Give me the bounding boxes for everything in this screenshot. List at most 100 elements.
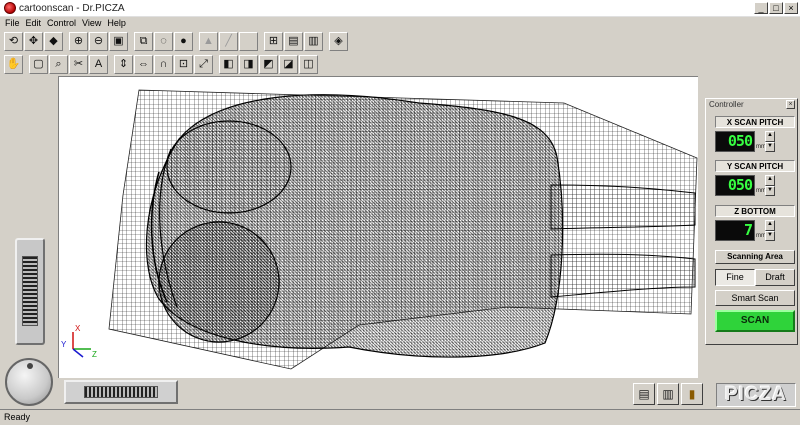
title-bar: cartoonscan - Dr.PICZA _ □ × [0,0,800,17]
vertical-slider-track[interactable] [22,256,38,326]
controller-panel: Controller × X SCAN PITCH 050 mm ▲ ▼ Y S… [705,98,798,345]
flip-h-tool[interactable]: ⇔ [134,54,153,74]
render-tool-icon: ● [180,34,187,47]
fill-tool[interactable]: ▲ [199,31,218,51]
y-pitch-unit: mm [756,188,766,194]
smart-scan-button[interactable]: Smart Scan [715,290,795,306]
box-iso-tool-icon: ◪ [283,57,294,70]
box-top-tool[interactable]: ◩ [259,54,278,74]
flip-v-tool-icon: ⇕ [118,57,129,70]
z-bottom-group: Z BOTTOM 7 mm ▲ ▼ [715,205,795,241]
print-tool[interactable]: ▥ [304,31,323,51]
scan-button[interactable]: SCAN [715,310,795,332]
controller-close-button[interactable]: × [786,100,795,109]
abc-tool[interactable]: A [89,54,108,74]
viewport-canvas[interactable]: Y X Z [58,76,698,378]
fine-mode-button[interactable]: Fine [715,269,755,286]
menu-view[interactable]: View [79,17,104,29]
cut-select-tool-icon: ✂ [73,57,84,70]
flip-v-tool[interactable]: ⇕ [114,54,133,74]
app-icon [4,2,16,14]
grid-tool[interactable]: ⊡ [174,54,193,74]
arch-tool[interactable]: ∩ [154,54,173,74]
copy-tool-icon: ⧉ [139,34,148,47]
fit-tool[interactable]: ▣ [109,31,128,51]
menu-edit[interactable]: Edit [23,17,45,29]
move-tool[interactable]: ✥ [24,31,43,51]
box-side-tool[interactable]: ◨ [239,54,258,74]
cut-select-tool[interactable]: ✂ [69,54,88,74]
menu-file[interactable]: File [0,17,23,29]
resize-tool[interactable]: ⤢ [194,54,213,74]
grid-tool-icon: ⊡ [178,57,189,70]
horizontal-slider[interactable] [64,380,178,404]
menu-control[interactable]: Control [44,17,79,29]
wireframe-mesh: Y X Z [61,89,698,370]
x-pitch-up-button[interactable]: ▲ [765,131,775,142]
maximize-button[interactable]: □ [769,2,783,14]
controller-title: Controller [709,100,744,109]
draft-mode-button[interactable]: Draft [755,269,795,286]
brush-tool[interactable]: ╱ [219,31,238,51]
rect-select-tool-icon: ▢ [33,57,44,70]
sticker-tool[interactable]: ◈ [329,31,348,51]
picza-logo: PICZA [716,383,796,407]
x-pitch-unit: mm [756,144,766,150]
flip-h-tool-icon: ⇔ [138,57,149,70]
box-back-tool-icon: ◫ [303,57,314,70]
close-button[interactable]: × [784,2,798,14]
z-bottom-unit: mm [756,233,766,239]
clipboard-tool[interactable]: ▤ [284,31,303,51]
status-text: Ready [4,412,31,422]
main-toolbar: ⟲ ✥ ◆ ⊕ ⊖ ▣ ⧉ ◌ ● ▲ ╱ ⊞ ▤ ▥ ◈ [4,30,349,52]
secondary-toolbar: ✋ ▢ ⌕ ✂ A ⇕ ⇔ ∩ ⊡ ⤢ ◧ ◨ ◩ ◪ ◫ [4,53,319,75]
horizontal-slider-track[interactable] [84,386,158,398]
z-bottom-up-button[interactable]: ▲ [765,220,775,231]
zoom-out-tool-icon: ⊖ [93,34,104,47]
window-title: cartoonscan - Dr.PICZA [19,2,125,14]
x-pitch-spinner: ▲ ▼ [765,131,775,152]
x-pitch-label: X SCAN PITCH [715,116,795,128]
box-front-tool[interactable]: ◧ [219,54,238,74]
scan-mode-toggle: Fine Draft [715,269,795,286]
print-preview-icon[interactable]: ▥ [657,383,679,405]
dial-marker [27,363,33,369]
x-pitch-down-button[interactable]: ▼ [765,141,775,152]
menu-help[interactable]: Help [104,17,129,29]
zoom-select-tool[interactable]: ⌕ [49,54,68,74]
y-pitch-spinner: ▲ ▼ [765,175,775,196]
blank-tool[interactable] [239,31,258,51]
printer-icon[interactable]: ▤ [633,383,655,405]
hand-tool[interactable]: ✋ [4,54,23,74]
menu-bar: File Edit Control View Help [0,17,800,29]
rect-select-tool[interactable]: ▢ [29,54,48,74]
rotation-dial[interactable] [5,358,53,406]
render-tool[interactable]: ● [174,31,193,51]
arch-tool-icon: ∩ [159,57,168,70]
lasso-tool[interactable]: ◌ [154,31,173,51]
scanning-area-button[interactable]: Scanning Area [715,250,795,264]
box-iso-tool[interactable]: ◪ [279,54,298,74]
vertical-zoom-slider[interactable] [15,238,45,345]
minimize-button[interactable]: _ [754,2,768,14]
exit-door-icon[interactable]: ▮ [681,383,703,405]
y-pitch-down-button[interactable]: ▼ [765,185,775,196]
status-bar: Ready [0,409,800,425]
sticker-tool-icon: ◈ [334,34,343,47]
y-pitch-up-button[interactable]: ▲ [765,175,775,186]
fill-tool-icon: ▲ [203,34,214,47]
layers-tool[interactable]: ⊞ [264,31,283,51]
x-pitch-group: X SCAN PITCH 050 mm ▲ ▼ [715,116,795,152]
zoom-in-tool[interactable]: ⊕ [69,31,88,51]
copy-tool[interactable]: ⧉ [134,31,153,51]
zoom-out-tool[interactable]: ⊖ [89,31,108,51]
box-back-tool[interactable]: ◫ [299,54,318,74]
y-pitch-label: Y SCAN PITCH [715,160,795,172]
z-bottom-down-button[interactable]: ▼ [765,230,775,241]
z-bottom-spinner: ▲ ▼ [765,220,775,241]
box-front-tool-icon: ◧ [223,57,234,70]
pointer-tool[interactable]: ⟲ [4,31,23,51]
color-tool[interactable]: ◆ [44,31,63,51]
layers-tool-icon: ⊞ [268,34,279,47]
zoom-in-tool-icon: ⊕ [73,34,84,47]
